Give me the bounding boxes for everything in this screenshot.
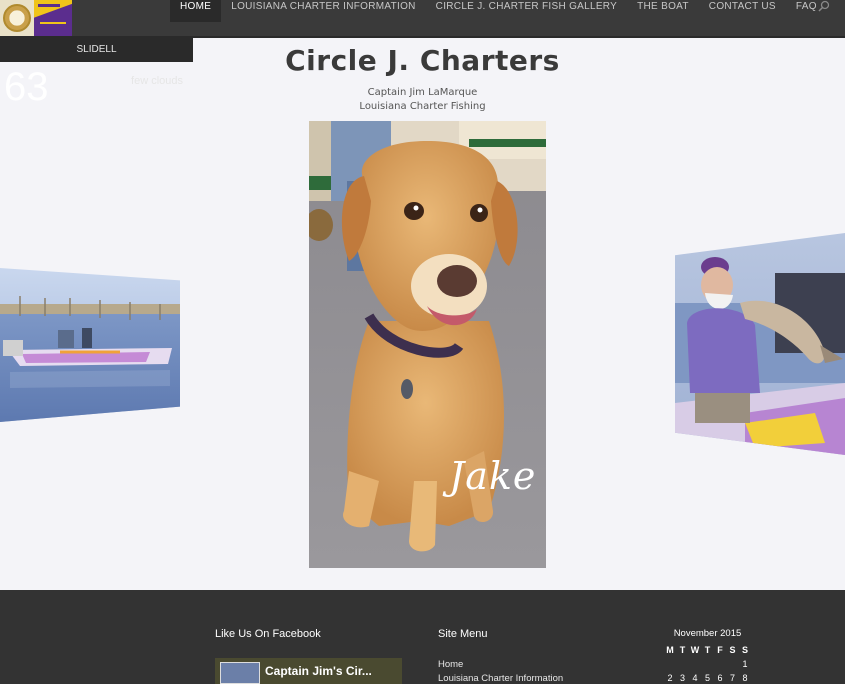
weekday-label: W [690,645,700,655]
seal-logo-icon [0,0,34,36]
calendar-month: November 2015 [673,628,742,639]
captain-fish-photo [675,233,845,455]
dog-photo [309,121,546,568]
weekday-label: S [741,645,748,655]
carousel-slide-captain-fish[interactable] [675,233,845,455]
nav-item-contact-us[interactable]: CONTACT US [699,0,786,22]
calendar-day [728,657,738,671]
subtitle-tagline: Louisiana Charter Fishing [359,101,486,112]
weekday-label: S [729,645,736,655]
search-icon[interactable] [817,0,831,12]
calendar-day[interactable]: 5 [703,671,713,684]
calendar-day [703,657,713,671]
weather-city: SLIDELL [0,37,193,62]
site-logo[interactable] [0,0,72,36]
nav-item-louisiana-charter-information[interactable]: LOUISIANA CHARTER INFORMATION [221,0,425,22]
weekday-label: T [679,645,686,655]
calendar-day [665,657,675,671]
nav-item-the-boat[interactable]: THE BOAT [627,0,699,22]
weather-widget: SLIDELL 63 few clouds [0,37,193,107]
calendar-week-2: 2 3 4 5 6 7 8 [660,671,755,684]
facebook-page-box[interactable]: Captain Jim's Cir... [215,658,402,684]
carousel-slide-boat[interactable] [0,268,180,422]
business-card-logo-icon [34,0,72,36]
calendar-week-1: 1 [660,657,755,671]
site-menu-item-home[interactable]: Home [438,658,563,672]
site-menu-title: Site Menu [438,628,488,640]
calendar-day[interactable]: 8 [740,671,750,684]
calendar-day[interactable]: 1 [740,657,750,671]
site-menu-item-louisiana-charter-information[interactable]: Louisiana Charter Information [438,672,563,684]
calendar-day[interactable]: 4 [690,671,700,684]
calendar-day[interactable]: 3 [678,671,688,684]
weather-condition: few clouds [131,75,183,87]
calendar-weekdays: M T W T F S S [660,643,755,657]
facebook-widget-title: Like Us On Facebook [215,628,321,640]
calendar-widget: November 2015 M T W T F S S 1 2 3 4 5 6 … [660,628,755,684]
boat-photo [0,268,180,422]
slide-caption-dog-name: Jake [449,454,537,498]
calendar-day [715,657,725,671]
facebook-page-name[interactable]: Captain Jim's Cir... [265,664,372,678]
weather-temperature: 63 [4,65,49,109]
calendar-day[interactable]: 6 [715,671,725,684]
calendar-day[interactable]: 2 [665,671,675,684]
main-nav: HOME LOUISIANA CHARTER INFORMATION CIRCL… [170,0,827,22]
facebook-page-thumbnail [220,662,260,684]
weekday-label: M [666,645,674,655]
top-navigation-bar: HOME LOUISIANA CHARTER INFORMATION CIRCL… [0,0,845,38]
calendar-day [690,657,700,671]
calendar-day [678,657,688,671]
nav-item-home[interactable]: HOME [170,0,222,22]
nav-item-fish-gallery[interactable]: CIRCLE J. CHARTER FISH GALLERY [426,0,627,22]
calendar-day[interactable]: 7 [728,671,738,684]
weekday-label: F [717,645,723,655]
carousel-slide-dog[interactable]: Jake [309,121,546,568]
weekday-label: T [704,645,711,655]
site-menu-list: Home Louisiana Charter Information [438,658,563,684]
